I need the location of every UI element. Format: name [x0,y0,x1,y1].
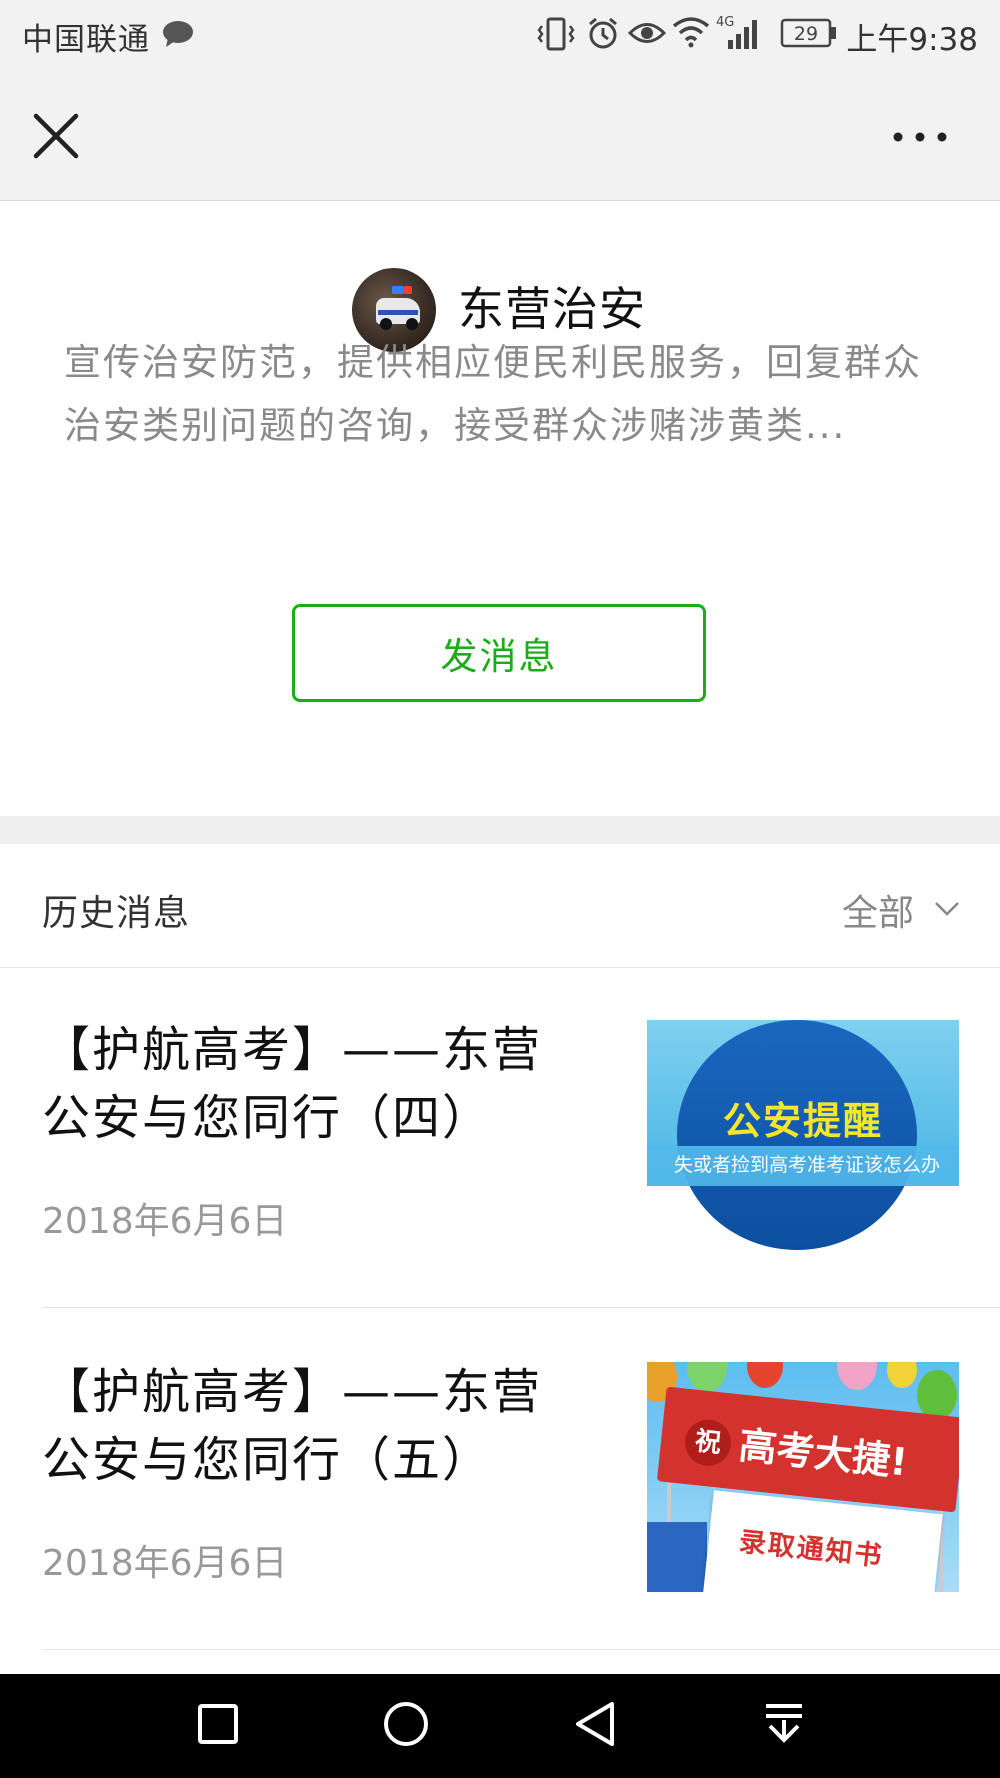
article-item[interactable]: 【护航高考】——东营公安与您同行（四） 2018年6月6日 公安提醒 失或者捡到… [0,968,1000,1308]
list-divider [42,1649,1000,1650]
close-icon[interactable] [30,110,82,162]
article-date: 2018年6月6日 [42,1543,288,1584]
chevron-down-icon [935,902,959,916]
network-type: 4G [716,15,734,30]
vibrate-icon [537,17,575,51]
home-icon[interactable] [380,1698,432,1750]
chat-bubble-icon [163,21,193,47]
eye-icon [628,23,666,43]
article-title[interactable]: 【护航高考】——东营公安与您同行（四） [42,1016,582,1152]
thumbnail-headline: 公安提醒 [722,1099,883,1143]
account-name: 东营治安 [458,282,646,336]
send-message-button[interactable]: 发消息 [292,604,706,702]
history-title: 历史消息 [42,893,191,934]
more-icon[interactable] [890,122,950,152]
carrier-label: 中国联通 [22,22,150,58]
clock: 上午9:38 [846,22,978,58]
system-nav-bar [0,1674,1000,1778]
account-description: 宣传治安防范，提供相应便民利民服务，回复群众治安类别问题的咨询，接受群众涉赌涉黄… [64,341,922,447]
section-divider [0,816,1000,844]
thumbnail-subline: 失或者捡到高考准考证该怎么办 [673,1154,940,1176]
filter-label: 全部 [841,893,914,934]
battery-level: 29 [794,23,818,45]
article-date: 2018年6月6日 [42,1201,288,1242]
article-thumbnail[interactable]: 祝高考大捷! 录取通知书 [647,1362,959,1592]
back-icon[interactable] [572,1698,620,1750]
article-thumbnail[interactable]: 公安提醒 失或者捡到高考准考证该怎么办 [647,1020,959,1250]
article-item[interactable]: 【护航高考】——东营公安与您同行（五） 2018年6月6日 祝高考大捷! 录取通… [0,1310,1000,1650]
history-header: 历史消息 全部 [0,844,1000,968]
thumbnail-zhu: 祝 [682,1417,734,1468]
alarm-icon [589,17,617,49]
recent-apps-icon[interactable] [196,1698,240,1750]
article-title[interactable]: 【护航高考】——东营公安与您同行（五） [42,1358,582,1494]
nav-bar [0,70,1000,201]
history-filter-dropdown[interactable]: 全部 [842,884,960,936]
status-bar: 中国联通 4G 29 上午9:38 [0,0,1000,70]
account-profile: 东营治安 宣传治安防范，提供相应便民利民服务，回复群众治安类别问题的咨询，接受群… [0,201,1000,816]
battery-icon: 29 [780,18,836,48]
list-divider [42,1307,1000,1308]
notification-pull-icon[interactable] [760,1698,808,1750]
wifi-icon [672,17,710,48]
signal-icon: 4G [716,15,757,49]
